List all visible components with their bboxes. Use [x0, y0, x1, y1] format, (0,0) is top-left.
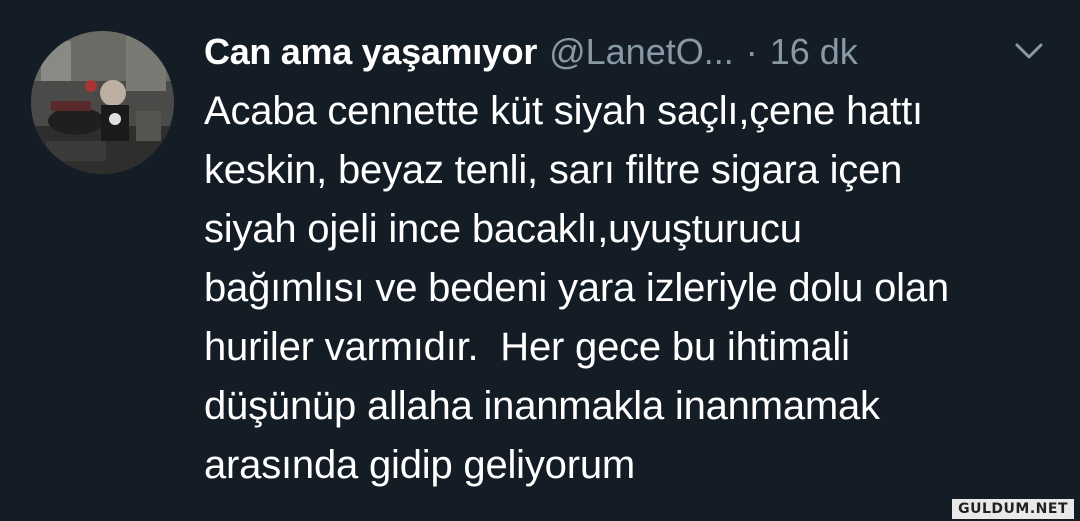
tweet-header: Can ama yaşamıyor @LanetO... · 16 dk	[204, 26, 858, 78]
tweet-text-line: arasında gidip geliyorum	[204, 443, 636, 487]
timestamp[interactable]: 16 dk	[770, 26, 858, 78]
tweet: Can ama yaşamıyor @LanetO... · 16 dk Aca…	[0, 0, 1080, 521]
tweet-text-line: bağımlısı ve bedeni yara izleriyle dolu …	[204, 266, 949, 310]
user-handle[interactable]: @LanetO...	[549, 26, 734, 78]
avatar-photo	[31, 31, 174, 174]
watermark: GULDUM.NET	[952, 499, 1074, 519]
tweet-text-line: siyah ojeli ince bacaklı,uyuşturucu	[204, 207, 802, 251]
tweet-text: Acaba cennette küt siyah saçlı,çene hatt…	[204, 82, 1064, 495]
tweet-text-line: Acaba cennette küt siyah saçlı,çene hatt…	[204, 89, 923, 133]
tweet-text-line: keskin, beyaz tenli, sarı filtre sigara …	[204, 148, 903, 192]
chevron-down-icon[interactable]	[1012, 38, 1046, 64]
avatar[interactable]	[31, 31, 174, 174]
display-name[interactable]: Can ama yaşamıyor	[204, 26, 537, 78]
tweet-text-line: düşünüp allaha inanmakla inanmamak	[204, 384, 880, 428]
separator-dot: ·	[745, 31, 758, 72]
tweet-text-line: huriler varmıdır. Her gece bu ihtimali	[204, 325, 850, 369]
